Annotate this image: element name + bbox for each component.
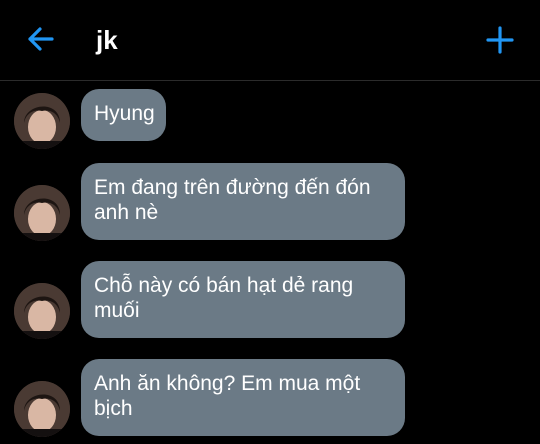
message-bubble: Anh ăn không? Em mua một bịch — [81, 359, 405, 436]
message-bubble: Chỗ này có bán hạt dẻ rang muối — [81, 261, 405, 338]
add-button[interactable] — [482, 22, 518, 58]
plus-icon — [486, 26, 514, 54]
message-text-line-1: Chỗ này có bán hạt dẻ rang — [94, 274, 354, 297]
back-button[interactable] — [22, 22, 62, 56]
message-list: Hyung Em đang trên đường đến đón anh nè — [0, 81, 540, 444]
avatar-image — [14, 381, 70, 437]
avatar-image — [14, 283, 70, 339]
avatar[interactable] — [14, 185, 70, 241]
avatar[interactable] — [14, 381, 70, 437]
message-text-line-2: bịch — [94, 397, 133, 420]
chat-header: jk — [0, 0, 540, 81]
message-text-line-1: Em đang trên đường đến đón — [94, 176, 371, 199]
avatar-image — [14, 185, 70, 241]
avatar-image — [14, 93, 70, 149]
message-bubble: Hyung — [81, 89, 166, 141]
message-bubble: Em đang trên đường đến đón anh nè — [81, 163, 405, 240]
avatar[interactable] — [14, 283, 70, 339]
avatar[interactable] — [14, 93, 70, 149]
contact-name: jk — [96, 25, 118, 55]
chat-screen: jk Hyung Em đang trên đường đến đón anh … — [0, 0, 540, 444]
message-text-line-2: anh nè — [94, 201, 159, 224]
arrow-left-icon — [28, 27, 54, 51]
message-text-line-1: Anh ăn không? Em mua một — [94, 372, 361, 395]
message-text: Hyung — [94, 102, 155, 125]
message-text-line-2: muối — [94, 299, 140, 322]
